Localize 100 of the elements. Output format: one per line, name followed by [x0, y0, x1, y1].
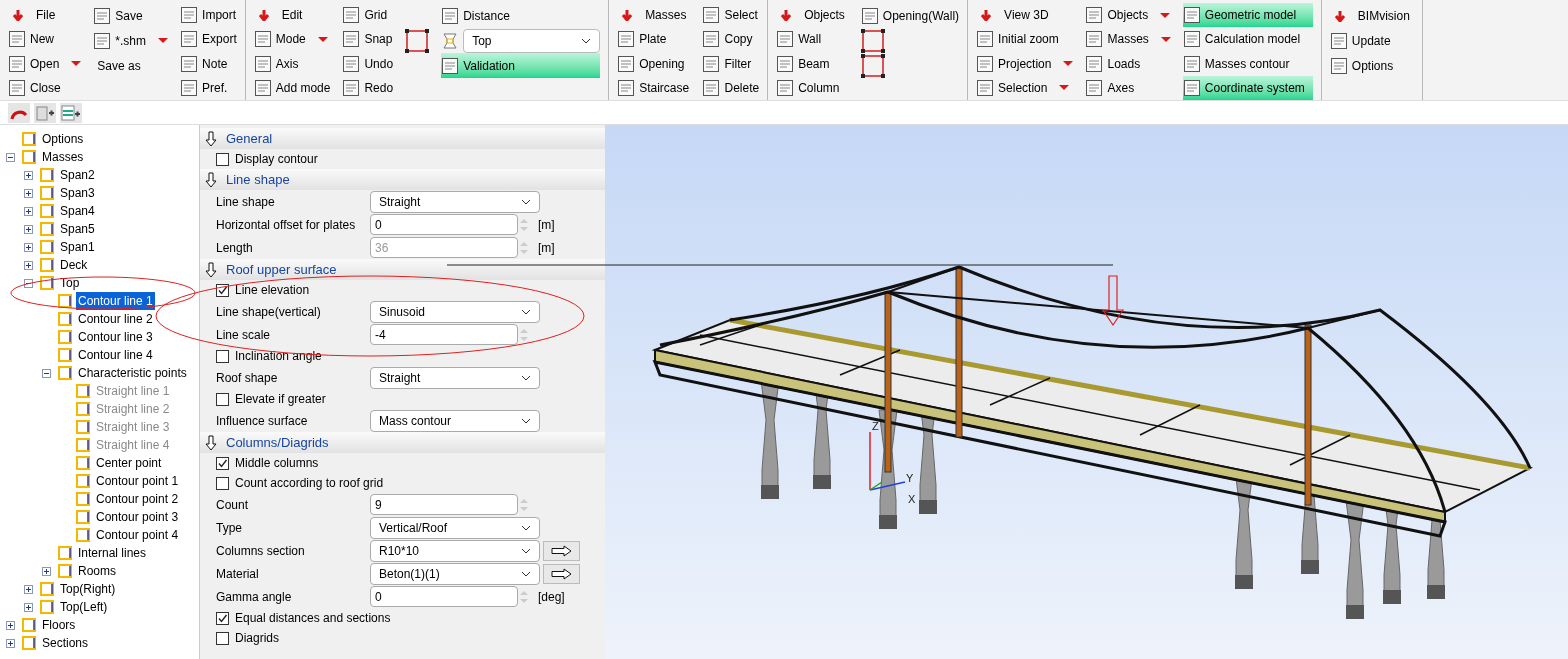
- dropdown-button[interactable]: Masses: [1085, 27, 1171, 52]
- toggle-button[interactable]: Calculation model: [1182, 27, 1313, 52]
- toolbar-button[interactable]: Axis: [253, 51, 331, 76]
- dropdown-button[interactable]: Selection: [976, 75, 1074, 100]
- tree-item[interactable]: Rooms: [76, 562, 118, 580]
- expand-icon[interactable]: [24, 170, 33, 180]
- toolbar-button[interactable]: Export: [180, 27, 237, 52]
- tree-item[interactable]: Span5: [58, 220, 97, 238]
- arrow-down-icon[interactable]: [204, 171, 218, 188]
- tree-item[interactable]: Span2: [58, 166, 97, 184]
- select-field[interactable]: Straight: [370, 190, 540, 213]
- 3d-viewport[interactable]: Z Y X: [605, 125, 1568, 659]
- toolbar-button[interactable]: Opening: [617, 51, 691, 76]
- expand-icon[interactable]: [6, 620, 15, 630]
- select-field[interactable]: Mass contour: [370, 409, 540, 432]
- view-combo-box[interactable]: Top: [463, 28, 601, 53]
- collapse-icon[interactable]: [42, 368, 51, 378]
- checkbox[interactable]: [216, 611, 229, 625]
- toolbar-button[interactable]: Plate: [617, 27, 691, 52]
- menu-button[interactable]: View 3D: [976, 3, 1074, 28]
- toolbar-button[interactable]: Distance: [441, 3, 601, 28]
- dropdown-button[interactable]: Open: [8, 51, 82, 76]
- menu-button[interactable]: Objects: [776, 3, 849, 28]
- expand-icon[interactable]: [24, 260, 33, 270]
- toolbar-button[interactable]: Column: [776, 75, 849, 100]
- box-plus-icon[interactable]: [34, 102, 56, 123]
- tree-item[interactable]: Contour point 2: [94, 490, 181, 508]
- arrow-down-icon[interactable]: [204, 130, 218, 147]
- toolbar-button[interactable]: Loads: [1085, 51, 1171, 76]
- number-field[interactable]: 0: [370, 586, 518, 607]
- menu-button[interactable]: Masses: [617, 3, 691, 28]
- selection-frame-icon[interactable]: [860, 28, 885, 53]
- dropdown-button[interactable]: Mode: [253, 27, 331, 52]
- toolbar-button[interactable]: Snap: [342, 27, 394, 52]
- tree-item[interactable]: Center point: [94, 454, 164, 472]
- toolbar-button[interactable]: Redo: [342, 75, 394, 100]
- checkbox[interactable]: [216, 631, 229, 645]
- expand-icon[interactable]: [24, 206, 33, 216]
- collapse-icon[interactable]: [6, 152, 15, 162]
- toolbar-button[interactable]: New: [8, 27, 82, 52]
- tree-item[interactable]: Contour line 2: [76, 310, 155, 328]
- arrow-button[interactable]: [543, 563, 580, 584]
- expand-icon[interactable]: [24, 224, 33, 234]
- tree-item[interactable]: Span3: [58, 184, 97, 202]
- toolbar-button[interactable]: Axes: [1085, 75, 1171, 100]
- tree-item[interactable]: Span4: [58, 202, 97, 220]
- number-field[interactable]: 9: [370, 494, 518, 515]
- toolbar-button[interactable]: Initial zoom: [976, 27, 1074, 52]
- expand-icon[interactable]: [24, 242, 33, 252]
- toolbar-button[interactable]: Delete: [702, 75, 760, 100]
- select-field[interactable]: Sinusoid: [370, 300, 540, 323]
- menu-button[interactable]: BIMvision: [1329, 3, 1414, 28]
- dropdown-button[interactable]: Projection: [976, 51, 1074, 76]
- tree-item[interactable]: Contour point 4: [94, 526, 181, 544]
- toolbar-button[interactable]: Import: [180, 3, 237, 28]
- toolbar-button[interactable]: Add mode: [253, 75, 331, 100]
- tree-item[interactable]: Sections: [40, 634, 91, 652]
- toolbar-button[interactable]: Update: [1329, 28, 1414, 53]
- selection-frame-icon[interactable]: [405, 28, 430, 53]
- select-field[interactable]: Beton(1)(1): [370, 562, 540, 585]
- toolbar-button[interactable]: Filter: [702, 51, 760, 76]
- expand-icon[interactable]: [42, 566, 51, 576]
- expand-icon[interactable]: [24, 584, 33, 594]
- select-field[interactable]: Vertical/Roof: [370, 516, 540, 539]
- toggle-button[interactable]: Validation: [441, 53, 601, 78]
- toggle-button[interactable]: Geometric model: [1182, 3, 1313, 28]
- tree-item[interactable]: Contour line 3: [76, 328, 155, 346]
- arrow-button[interactable]: [543, 540, 580, 561]
- toolbar-button[interactable]: Note: [180, 51, 237, 76]
- number-field[interactable]: -4: [370, 324, 518, 345]
- dropdown-button[interactable]: *.shm: [93, 28, 169, 53]
- select-field[interactable]: Straight: [370, 366, 540, 389]
- tree-item[interactable]: Span1: [58, 238, 97, 256]
- toolbar-button[interactable]: Wall: [776, 27, 849, 52]
- toolbar-button[interactable]: Undo: [342, 51, 394, 76]
- toolbar-button[interactable]: Options: [1329, 53, 1414, 78]
- toolbar-button[interactable]: Opening(Wall): [860, 3, 960, 28]
- tree-item[interactable]: Characteristic points: [76, 364, 189, 382]
- menu-button[interactable]: File: [8, 3, 82, 28]
- layers-plus-icon[interactable]: [60, 102, 82, 123]
- menu-button[interactable]: Edit: [253, 3, 331, 28]
- tree-item[interactable]: Contour point 1: [94, 472, 181, 490]
- expand-icon[interactable]: [6, 638, 15, 648]
- tree-item[interactable]: Top(Left): [58, 598, 110, 616]
- checkbox[interactable]: [216, 392, 229, 406]
- tree-item[interactable]: Masses: [40, 148, 86, 166]
- toolbar-button[interactable]: Grid: [342, 3, 394, 28]
- toolbar-button[interactable]: Save: [93, 3, 169, 28]
- select-field[interactable]: R10*10: [370, 539, 540, 562]
- tree-item[interactable]: Deck: [58, 256, 90, 274]
- arrow-down-icon[interactable]: [204, 434, 218, 451]
- toolbar-button[interactable]: Copy: [702, 27, 760, 52]
- dropdown-button[interactable]: Objects: [1085, 3, 1171, 28]
- checkbox[interactable]: [216, 476, 229, 490]
- toolbar-button[interactable]: Staircase: [617, 75, 691, 100]
- tree-item[interactable]: Floors: [40, 616, 78, 634]
- tree-item[interactable]: Contour line 4: [76, 346, 155, 364]
- tree-item[interactable]: Contour line 1: [76, 292, 155, 310]
- toggle-button[interactable]: Masses contour: [1182, 51, 1313, 76]
- tree-item[interactable]: Contour point 3: [94, 508, 181, 526]
